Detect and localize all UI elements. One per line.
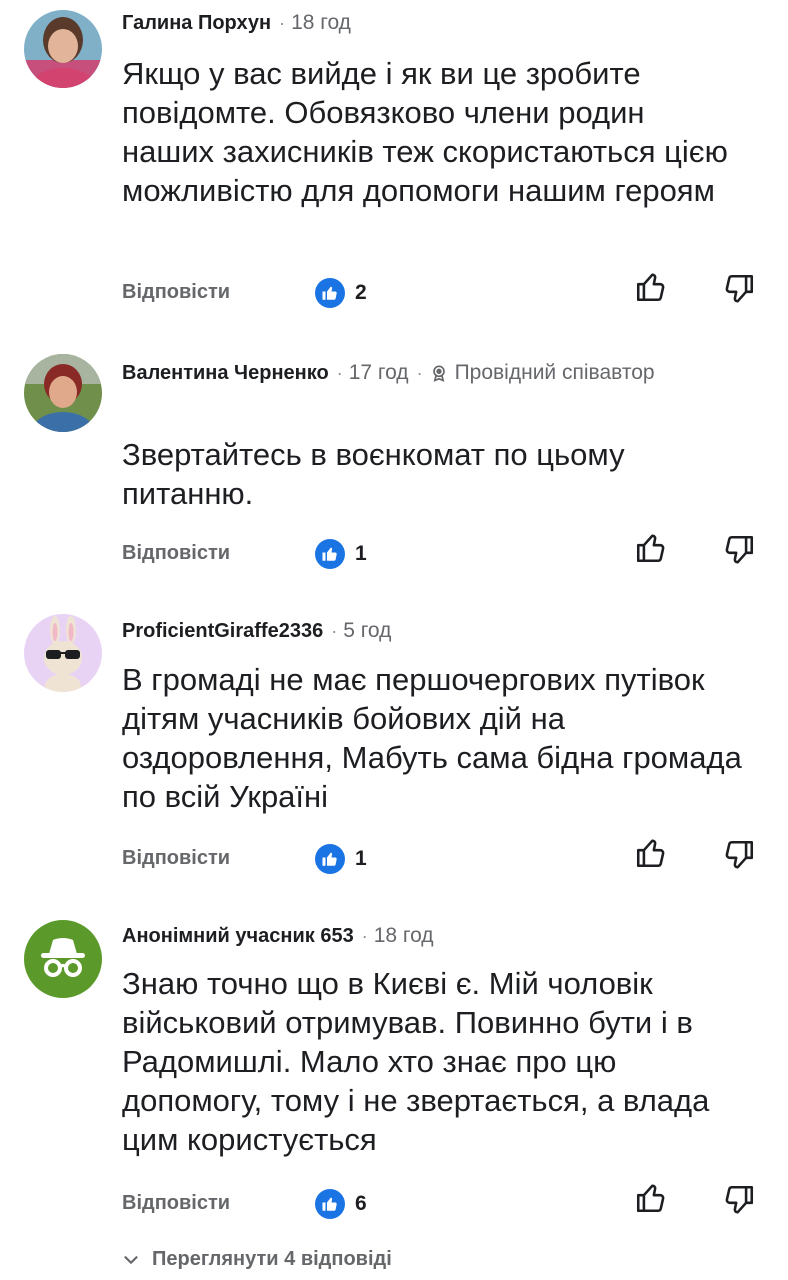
comment-header: ProficientGiraffe2336 · 5 год xyxy=(122,616,391,646)
like-icon xyxy=(315,1189,345,1219)
like-count: 2 xyxy=(355,281,367,304)
top-contributor-badge: Провідний співавтор xyxy=(429,361,655,385)
thumbs-down-icon[interactable] xyxy=(722,533,756,567)
reaction-summary[interactable]: 2 xyxy=(315,278,367,308)
comment-text: В громаді не має першочергових путівок д… xyxy=(122,662,742,814)
thumbs-up-icon[interactable] xyxy=(634,1181,668,1215)
comment-header: Валентина Черненко · 17 год · Провідний … xyxy=(122,358,655,388)
thumbs-up-icon[interactable] xyxy=(634,531,668,565)
view-replies-label: Переглянути 4 відповіді xyxy=(152,1248,392,1270)
badge-label: Провідний співавтор xyxy=(454,361,655,384)
timestamp: 18 год xyxy=(291,11,351,34)
timestamp: 18 год xyxy=(373,924,434,947)
separator: · xyxy=(336,362,343,383)
like-count: 1 xyxy=(355,542,367,565)
avatar[interactable] xyxy=(24,10,102,88)
like-count: 6 xyxy=(355,1192,367,1215)
reply-button[interactable]: Відповісти xyxy=(122,281,230,304)
reaction-summary[interactable]: 1 xyxy=(315,844,367,874)
person-photo-icon xyxy=(24,354,102,432)
separator: · xyxy=(416,362,423,383)
reply-button[interactable]: Відповісти xyxy=(122,542,230,565)
comment-text: Знаю точно що в Києві є. Мій чоловік вій… xyxy=(122,966,710,1157)
thumbs-down-icon[interactable] xyxy=(722,1183,756,1217)
reaction-summary[interactable]: 1 xyxy=(315,539,367,569)
view-replies-button[interactable]: Переглянути 4 відповіді xyxy=(120,1248,392,1271)
author-name[interactable]: ProficientGiraffe2336 xyxy=(122,620,323,643)
comment-text: Якщо у вас вийде і як ви це зробите пові… xyxy=(122,56,728,208)
thumbs-down-icon[interactable] xyxy=(722,838,756,872)
like-icon xyxy=(315,278,345,308)
separator: · xyxy=(279,12,286,33)
like-icon xyxy=(315,844,345,874)
chevron-down-icon xyxy=(124,1255,138,1264)
author-name[interactable]: Галина Порхун xyxy=(122,12,271,35)
avatar[interactable] xyxy=(24,920,102,998)
thumbs-down-icon[interactable] xyxy=(722,272,756,306)
award-icon xyxy=(432,365,445,382)
anonymous-incognito-icon xyxy=(24,920,102,998)
thumbs-up-icon[interactable] xyxy=(634,836,668,870)
avatar[interactable] xyxy=(24,614,102,692)
separator: · xyxy=(361,925,368,946)
bunny-sunglasses-avatar-icon xyxy=(24,614,102,692)
reaction-summary[interactable]: 6 xyxy=(315,1189,367,1219)
thumbs-up-icon[interactable] xyxy=(634,270,668,304)
reply-button[interactable]: Відповісти xyxy=(122,847,230,870)
timestamp: 5 год xyxy=(343,619,392,642)
author-name[interactable]: Валентина Черненко xyxy=(122,362,329,385)
timestamp: 17 год xyxy=(348,361,409,384)
avatar[interactable] xyxy=(24,354,102,432)
comment-header: Анонімний учасник 653 · 18 год xyxy=(122,921,434,951)
comment-text: Звертайтесь в воєнкомат по цьому питанню… xyxy=(122,437,625,511)
person-photo-icon xyxy=(24,10,102,88)
like-count: 1 xyxy=(355,847,367,870)
like-icon xyxy=(315,539,345,569)
separator: · xyxy=(331,620,338,641)
comment-header: Галина Порхун · 18 год xyxy=(122,8,351,38)
author-name[interactable]: Анонімний учасник 653 xyxy=(122,925,354,948)
reply-button[interactable]: Відповісти xyxy=(122,1192,230,1215)
